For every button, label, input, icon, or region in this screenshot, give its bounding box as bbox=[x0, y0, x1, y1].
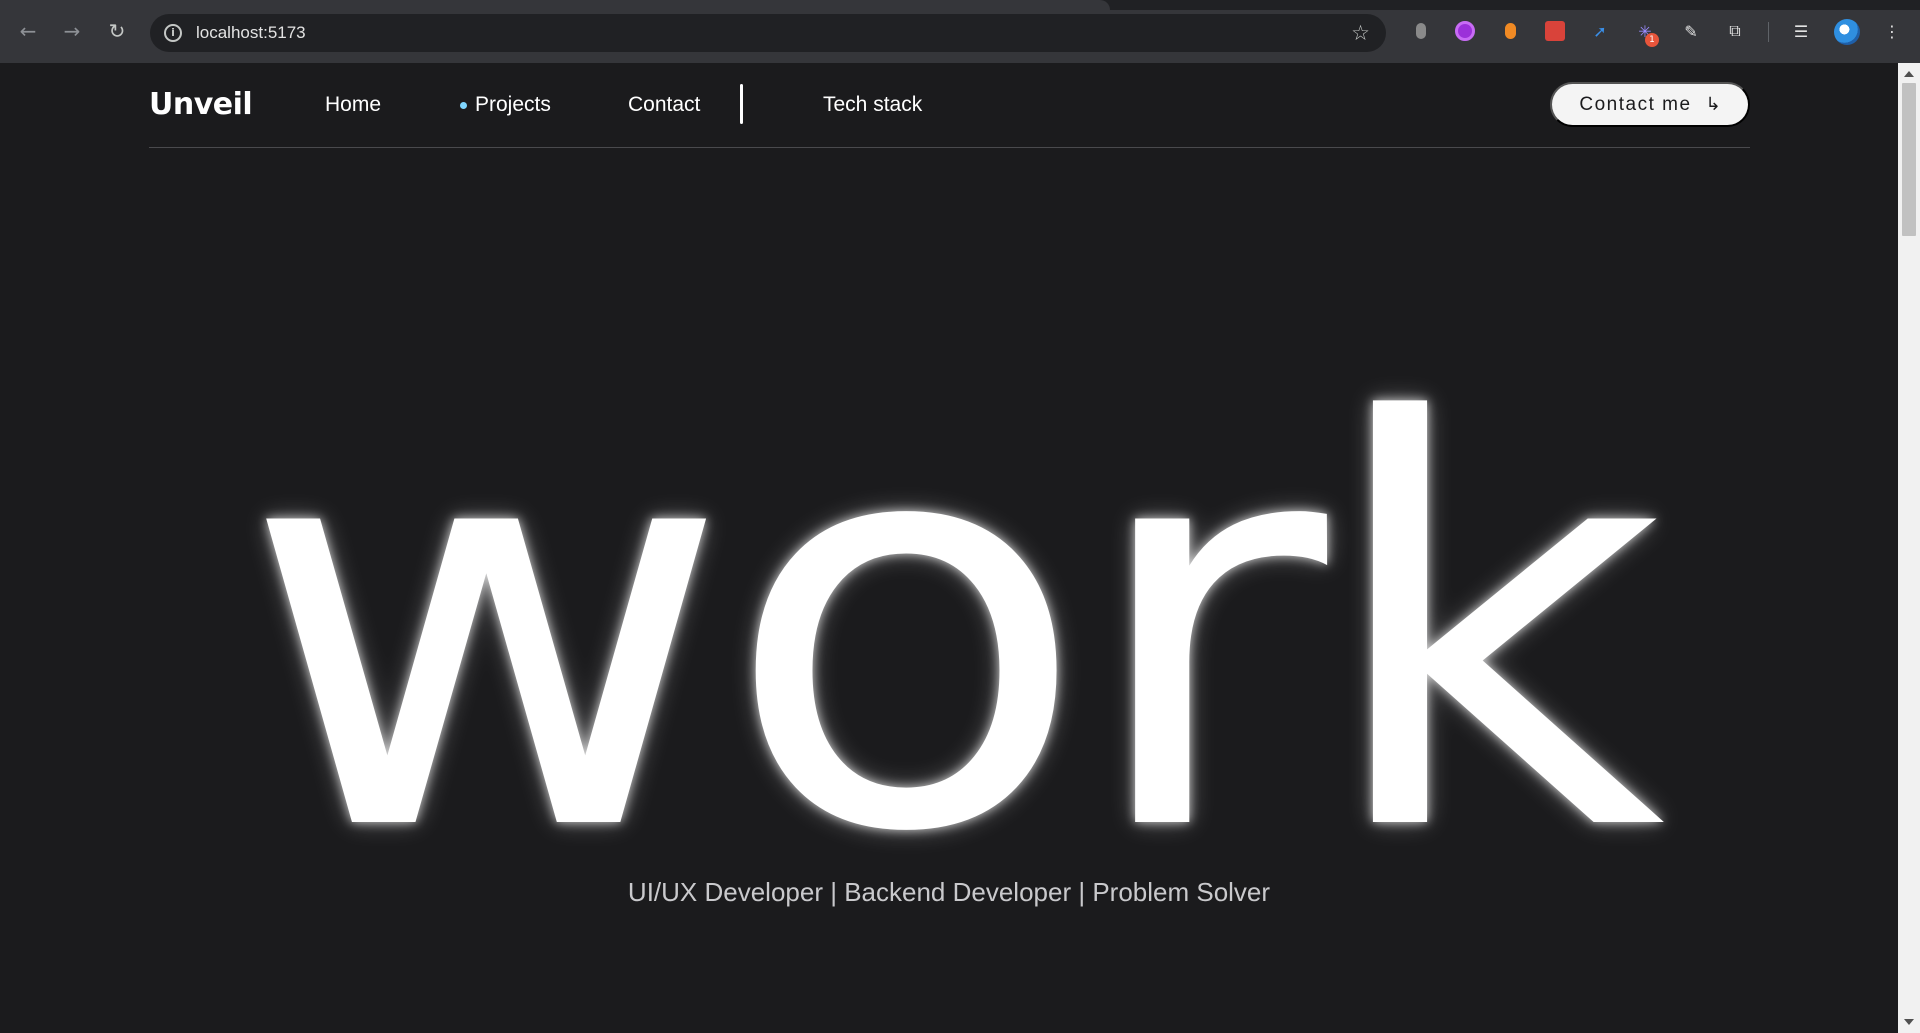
arrow-return-icon: ↳ bbox=[1705, 94, 1721, 115]
reload-icon: ↻ bbox=[108, 19, 126, 43]
scroll-down-icon[interactable] bbox=[1904, 1019, 1914, 1025]
brand-logo[interactable]: Unveil bbox=[149, 87, 253, 122]
header-divider bbox=[149, 147, 1750, 148]
extension-badge: 1 bbox=[1645, 33, 1659, 47]
extension-4-icon[interactable] bbox=[1544, 20, 1566, 42]
puzzle-icon[interactable]: ⧉ bbox=[1724, 20, 1746, 42]
nav-tech-stack[interactable]: Tech stack bbox=[823, 93, 922, 117]
reload-button[interactable]: ↻ bbox=[103, 17, 131, 45]
nav-home[interactable]: Home bbox=[325, 93, 381, 117]
extension-5-icon[interactable]: ➚ bbox=[1589, 20, 1611, 42]
browser-toolbar: ← → ↻ i localhost:5173 ☆ ➚ ✳ 1 ✎ ⧉ ☰ ⋮ bbox=[0, 0, 1920, 63]
profile-avatar[interactable] bbox=[1834, 19, 1860, 45]
active-tab[interactable] bbox=[0, 0, 1110, 10]
nav-contact[interactable]: Contact bbox=[628, 93, 700, 117]
page-viewport: Unveil Home Projects Contact Tech stack … bbox=[0, 63, 1898, 1033]
nav-projects[interactable]: Projects bbox=[475, 93, 551, 117]
list-icon[interactable]: ☰ bbox=[1790, 20, 1812, 42]
arrow-right-icon: → bbox=[63, 19, 81, 43]
contact-me-button[interactable]: Contact me ↳ bbox=[1550, 82, 1750, 127]
address-bar[interactable]: i localhost:5173 ☆ bbox=[150, 14, 1386, 52]
forward-button[interactable]: → bbox=[58, 17, 86, 45]
arrow-left-icon: ← bbox=[19, 19, 37, 43]
scroll-up-icon[interactable] bbox=[1904, 71, 1914, 77]
hero-word: work bbox=[241, 307, 1666, 953]
nav-hover-indicator bbox=[740, 84, 743, 124]
info-icon[interactable]: i bbox=[164, 24, 182, 42]
url-text[interactable]: localhost:5173 bbox=[196, 23, 306, 43]
toolbar-separator bbox=[1768, 22, 1769, 42]
hero-tagline: UI/UX Developer | Backend Developer | Pr… bbox=[627, 877, 1271, 907]
eyedropper-icon[interactable]: ✎ bbox=[1680, 20, 1702, 42]
extension-2-icon[interactable] bbox=[1454, 20, 1476, 42]
kebab-menu-icon[interactable]: ⋮ bbox=[1881, 20, 1903, 42]
scrollbar-thumb[interactable] bbox=[1902, 83, 1916, 236]
tab-strip bbox=[0, 0, 1920, 10]
active-indicator-dot bbox=[460, 102, 467, 109]
star-icon[interactable]: ☆ bbox=[1351, 21, 1370, 45]
page-scrollbar[interactable] bbox=[1898, 63, 1920, 1033]
extension-1-icon[interactable] bbox=[1410, 20, 1432, 42]
back-button[interactable]: ← bbox=[14, 17, 42, 45]
extension-3-icon[interactable] bbox=[1499, 20, 1521, 42]
contact-me-label: Contact me bbox=[1579, 93, 1692, 115]
